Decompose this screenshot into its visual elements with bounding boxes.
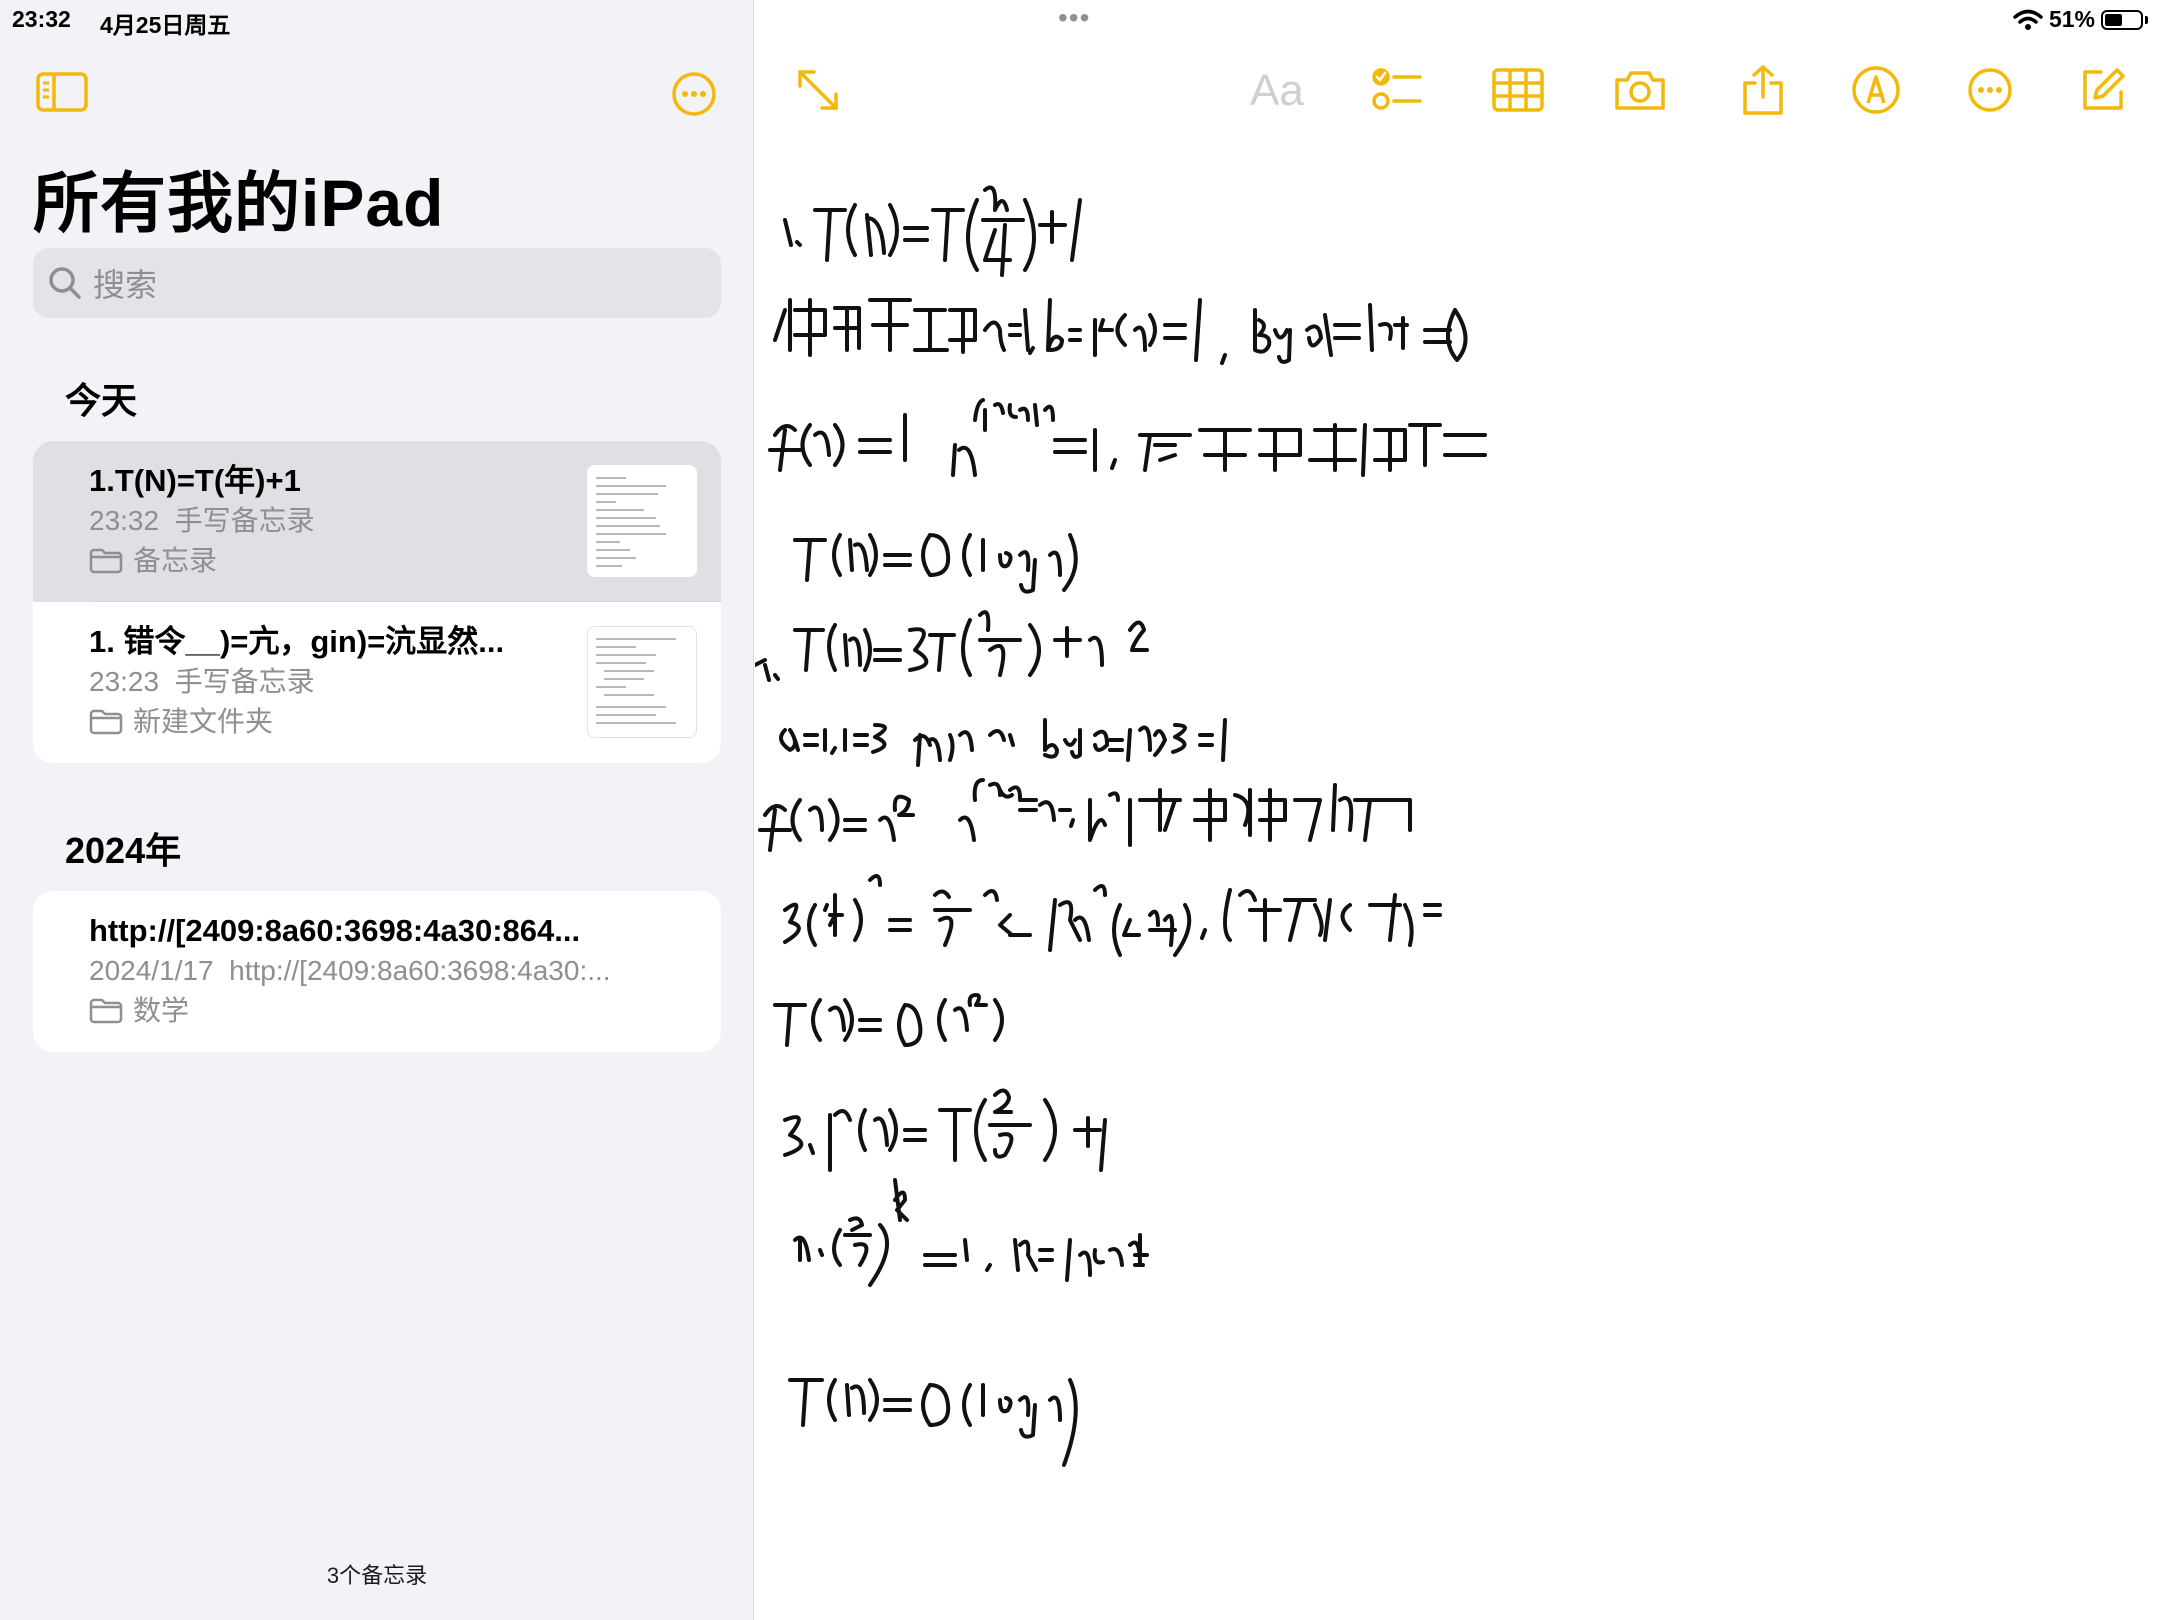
expand-icon[interactable] [790, 62, 846, 118]
folder-icon [89, 709, 123, 735]
note-count: 3个备忘录 [326, 1563, 428, 1588]
folder-name: 备忘录 [133, 545, 218, 576]
note-folder: 数学 [89, 991, 721, 1031]
search-placeholder: 搜索 [93, 267, 158, 303]
status-date: 4月25日周五 [100, 12, 231, 38]
folder-icon [89, 548, 123, 574]
note-subtitle: 23:32 手写备忘录 [89, 501, 649, 541]
folder-icon [89, 998, 123, 1024]
note-subtitle: 23:23 手写备忘录 [89, 662, 649, 702]
notes-sidebar: 所有我的iPad 搜索 今天 1.T(N)=T(年)+1 23:32 手写备忘录… [0, 0, 754, 1620]
note-title: 1. 错令__)=亢，gin)=沆显然... [89, 624, 505, 659]
note-thumbnail [587, 465, 697, 577]
markup-pen-icon[interactable] [1848, 62, 1904, 118]
camera-icon[interactable] [1612, 62, 1668, 118]
sidebar-more-icon[interactable] [668, 68, 720, 120]
note-row[interactable]: 1. 错令__)=亢，gin)=沆显然... 23:23 手写备忘录 新建文件夹 [33, 602, 721, 763]
battery-icon [2101, 9, 2143, 30]
note-time: 2024/1/17 [89, 955, 214, 986]
page-title: 所有我的iPad [33, 166, 445, 240]
section-header-today: 今天 [65, 380, 138, 421]
note-thumbnail [587, 626, 697, 738]
status-time: 23:32 [12, 6, 71, 32]
note-subtitle: 2024/1/17 http://[2409:8a60:3698:4a30:..… [89, 951, 689, 991]
search-input[interactable]: 搜索 [33, 248, 721, 318]
compose-icon[interactable] [2075, 62, 2131, 118]
checklist-icon[interactable] [1370, 62, 1426, 118]
note-row[interactable]: 1.T(N)=T(年)+1 23:32 手写备忘录 备忘录 [33, 441, 721, 602]
battery-percent: 51% [2048, 6, 2095, 32]
note-title: 1.T(N)=T(年)+1 [89, 463, 301, 498]
note-preview: 手写备忘录 [174, 666, 315, 697]
note-time: 23:32 [89, 505, 160, 536]
notes-list-2024: http://[2409:8a60:3698:4a30:864... 2024/… [33, 891, 721, 1052]
note-title: http://[2409:8a60:3698:4a30:864... [89, 913, 581, 948]
section-header-2024: 2024年 [65, 830, 182, 871]
sidebar-toggle-icon[interactable] [34, 68, 90, 116]
handwriting-canvas[interactable] [755, 160, 2155, 1500]
share-icon[interactable] [1735, 62, 1791, 118]
format-text-button[interactable]: Aa [1250, 66, 1304, 116]
note-preview: http://[2409:8a60:3698:4a30:... [229, 955, 611, 986]
note-preview: 手写备忘录 [174, 505, 315, 536]
more-icon[interactable] [1962, 62, 2018, 118]
multitasking-dots-icon[interactable]: ••• [1058, 2, 1090, 34]
status-bar: 23:32 4月25日周五 ••• 51% [0, 0, 2160, 40]
table-icon[interactable] [1490, 62, 1546, 118]
note-row[interactable]: http://[2409:8a60:3698:4a30:864... 2024/… [33, 891, 721, 1052]
notes-list-today: 1.T(N)=T(年)+1 23:32 手写备忘录 备忘录 1. 错令__)=亢… [33, 441, 721, 763]
search-icon [49, 267, 81, 299]
folder-name: 数学 [133, 995, 190, 1026]
status-indicators: 51% [2013, 6, 2148, 33]
wifi-icon [2013, 9, 2043, 30]
note-time: 23:23 [89, 666, 160, 697]
folder-name: 新建文件夹 [133, 706, 274, 737]
